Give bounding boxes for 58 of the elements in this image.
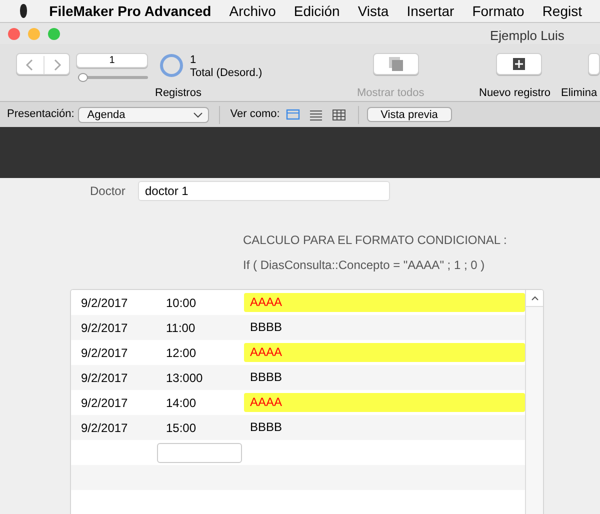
concept-cell: AAAA [244, 293, 525, 312]
menu-item[interactable]: Vista [358, 0, 389, 22]
menu-item[interactable]: Regist [542, 0, 582, 22]
found-status: Total (Desord.) [190, 66, 262, 81]
menu-item[interactable]: Insertar [406, 0, 454, 22]
time-cell-text: 11:00 [166, 320, 196, 336]
doctor-field[interactable]: doctor 1 [138, 181, 390, 201]
layout-dropdown[interactable]: Agenda [78, 106, 210, 122]
view-label: Ver como: [230, 107, 280, 122]
date-cell-text: 9/2/2017 [81, 294, 129, 312]
menu-item[interactable]: Edición [294, 0, 340, 22]
menu-item[interactable]: Formato [472, 0, 524, 22]
layout-value: Agenda [87, 108, 126, 122]
toolbar-button-label[interactable]: Elimina [561, 85, 598, 102]
time-cell-text: 12:00 [166, 344, 198, 362]
window-title: Ejemplo Luis [490, 27, 564, 45]
record-number-field[interactable]: 1 [76, 53, 148, 68]
date-cell-text: 9/2/2017 [81, 320, 129, 336]
chevron-up-icon [530, 295, 538, 301]
time-cell-text: 15:00 [166, 420, 198, 436]
plus-icon [513, 58, 525, 70]
concept-cell: AAAA [244, 343, 525, 362]
zoom-button[interactable] [48, 28, 60, 40]
record-nav-buttons[interactable] [16, 53, 70, 75]
stacked-pages-icon [388, 56, 404, 72]
date-cell-text: 9/2/2017 [81, 420, 129, 436]
layout-label: Presentación: [7, 107, 74, 122]
table-view-icon[interactable] [332, 108, 346, 122]
chevron-down-icon [192, 110, 204, 118]
found-count: 1 [190, 53, 196, 68]
toolbar-button-label: Mostrar todos [357, 86, 424, 101]
form-view-icon[interactable] [286, 108, 300, 122]
time-cell-text: 14:00 [166, 394, 198, 412]
concept-cell-text: BBBB [249, 369, 284, 386]
concept-cell: AAAA [244, 393, 525, 412]
toolbar-button-label[interactable]: Nuevo registro [479, 85, 551, 102]
close-button[interactable] [8, 28, 20, 40]
new-time-field[interactable] [157, 442, 242, 462]
calc-title: CALCULO PARA EL FORMATO CONDICIONAL : [243, 232, 508, 249]
menu-item[interactable]: Archivo [229, 0, 276, 22]
list-view-icon[interactable] [308, 108, 323, 122]
concept-cell-text: BBBB [249, 419, 284, 436]
toolbar-button[interactable] [496, 53, 542, 75]
record-slider[interactable] [78, 73, 148, 81]
time-cell-text: 10:00 [166, 294, 198, 312]
calc-formula: If ( DiasConsulta::Concepto = "AAAA" ; 1 ; 0 ) [243, 257, 486, 274]
preview-button[interactable]: Vista previa [366, 107, 452, 122]
pie-chart-icon [160, 54, 183, 77]
concept-cell-text: BBBB [249, 319, 284, 336]
scroll-up-button[interactable] [526, 290, 543, 307]
date-cell-text: 9/2/2017 [81, 370, 129, 386]
minimize-button[interactable] [28, 28, 40, 40]
field-label: Doctor [90, 183, 126, 200]
time-cell-text: 13:000 [166, 370, 204, 386]
toolbar-label: Registros [155, 86, 202, 101]
date-cell-text: 9/2/2017 [81, 344, 129, 362]
date-cell-text: 9/2/2017 [81, 394, 129, 412]
app-menu[interactable]: FileMaker Pro Advanced [49, 0, 212, 22]
